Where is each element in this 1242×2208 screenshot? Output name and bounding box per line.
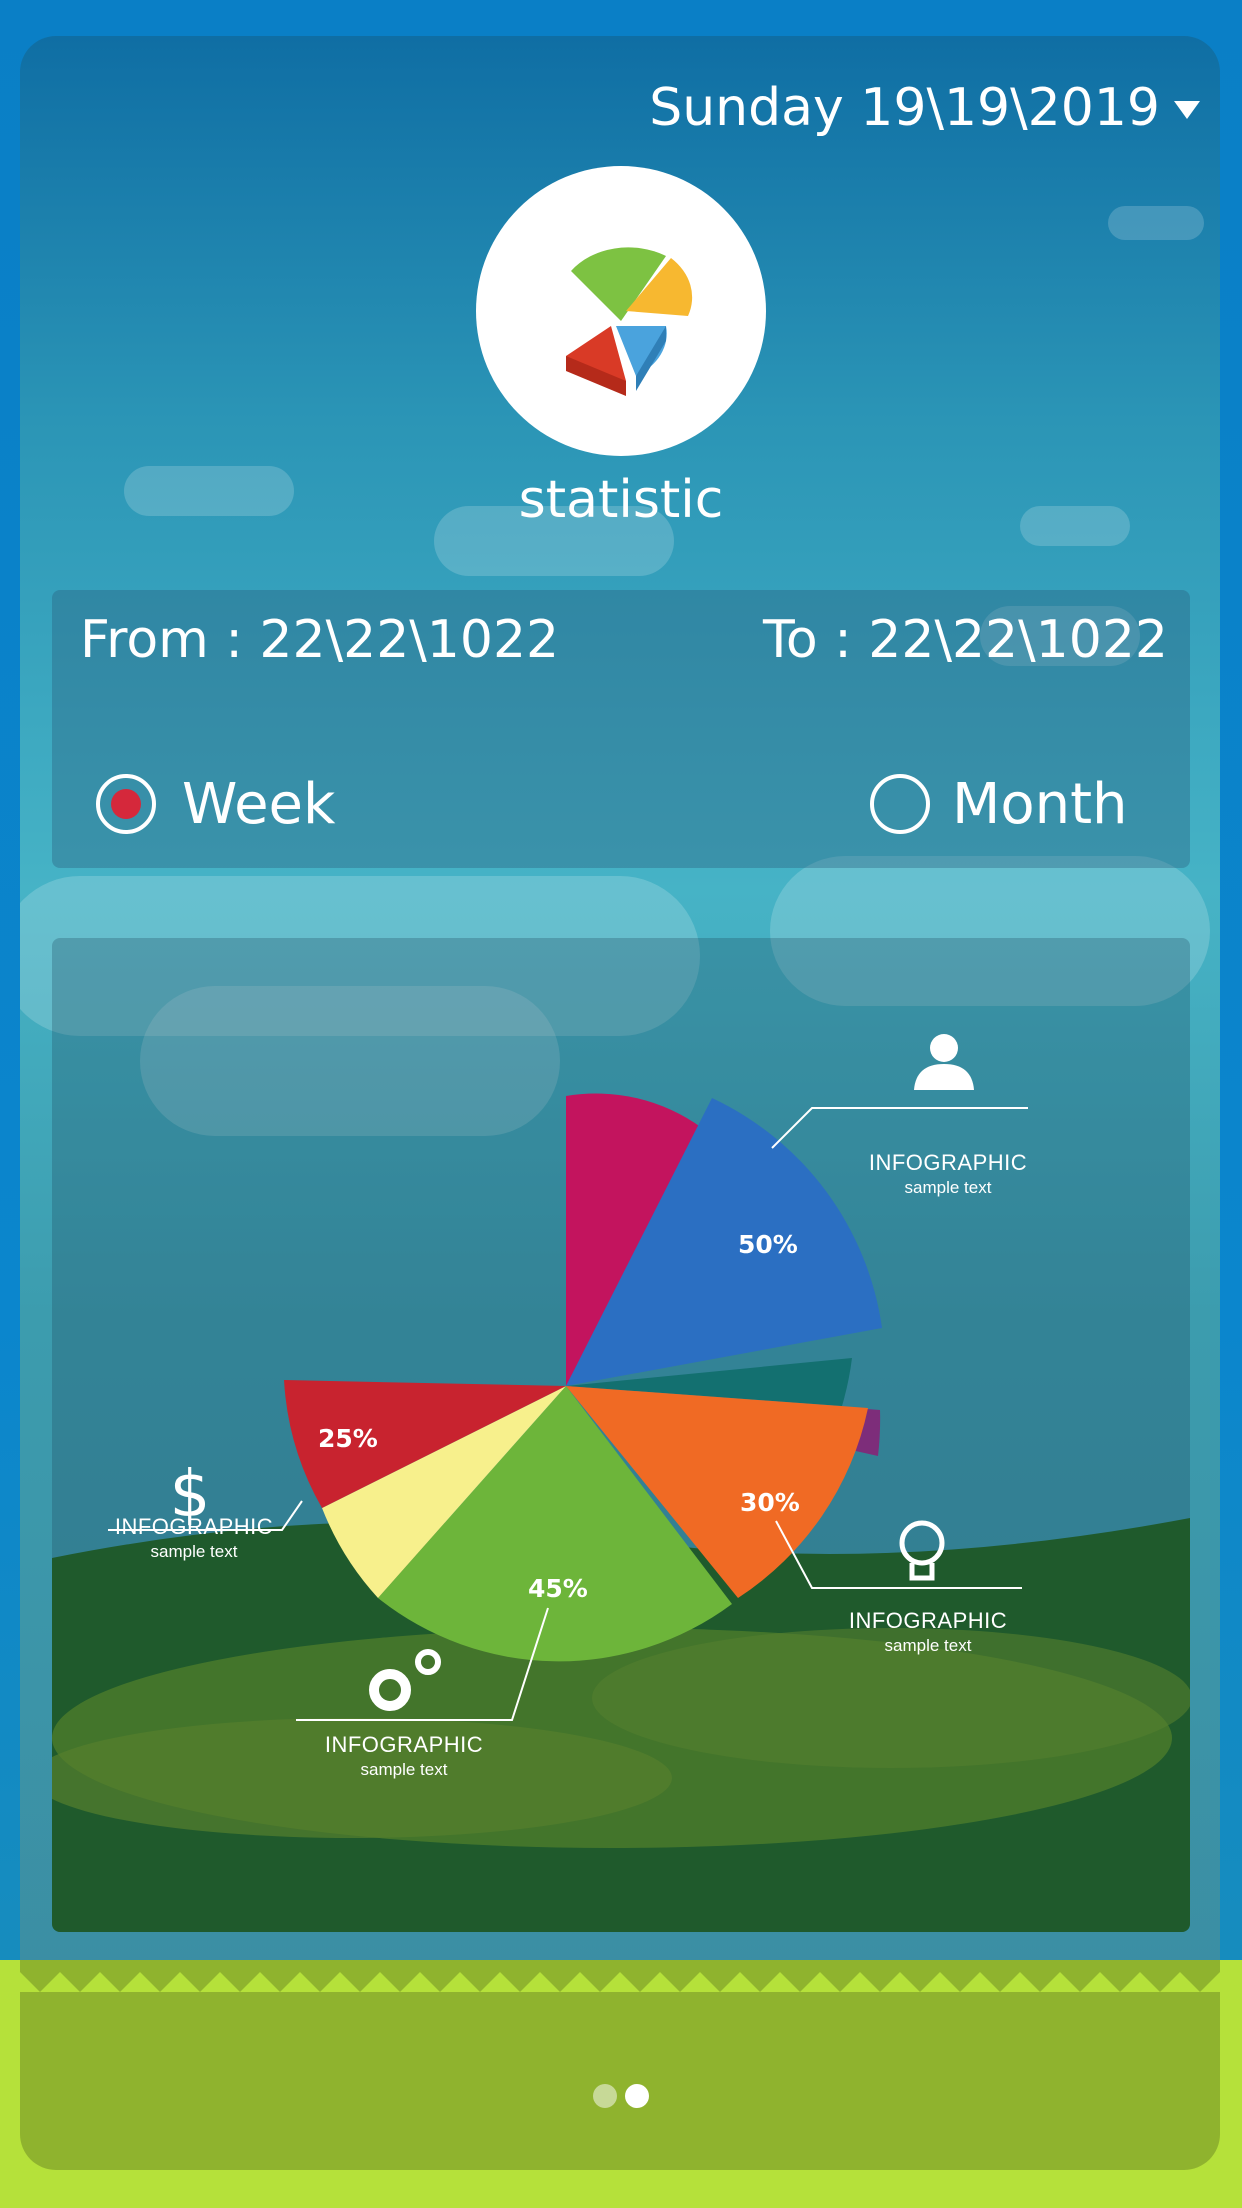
page-dot-1[interactable] bbox=[593, 2084, 617, 2108]
date-text: Sunday 19\19\2019 bbox=[649, 78, 1160, 138]
to-label: To : bbox=[762, 610, 852, 670]
annotation-subtitle: sample text bbox=[360, 1760, 448, 1779]
slice-label-45: 45% bbox=[528, 1574, 588, 1603]
month-radio[interactable] bbox=[870, 774, 930, 834]
from-field[interactable]: From : 22\22\1022 bbox=[80, 610, 559, 670]
slice-label-50: 50% bbox=[738, 1230, 798, 1259]
chevron-down-icon bbox=[1174, 101, 1200, 119]
radio-selected-dot bbox=[111, 789, 141, 819]
annotation-subtitle: sample text bbox=[904, 1178, 992, 1197]
month-label[interactable]: Month bbox=[952, 772, 1128, 837]
chart-panel: $ 50% 25% 45% 30% INFOGRAPHIC sample tex… bbox=[52, 938, 1190, 1932]
page-title: statistic bbox=[518, 470, 724, 530]
screen: Sunday 19\19\2019 statistic From : 22\22… bbox=[0, 0, 1242, 2208]
slice-label-30: 30% bbox=[740, 1488, 800, 1517]
lightbulb-icon bbox=[899, 1520, 945, 1581]
annotation-subtitle: sample text bbox=[884, 1636, 972, 1655]
grass-edge bbox=[0, 1972, 1242, 1992]
annotation-title: INFOGRAPHIC bbox=[848, 1608, 1008, 1633]
annotation-title: INFOGRAPHIC bbox=[114, 1514, 274, 1539]
to-field[interactable]: To : 22\22\1022 bbox=[763, 610, 1168, 670]
page-dot-2[interactable] bbox=[625, 2084, 649, 2108]
annotation-title: INFOGRAPHIC bbox=[868, 1150, 1028, 1175]
pie-chart-icon bbox=[566, 247, 693, 396]
pie-chart: $ bbox=[108, 1034, 1028, 1721]
from-value: 22\22\1022 bbox=[259, 610, 560, 670]
cloud-decoration bbox=[1108, 206, 1204, 240]
gears-icon bbox=[369, 1649, 441, 1711]
week-radio[interactable] bbox=[96, 774, 156, 834]
annotation-subtitle: sample text bbox=[150, 1542, 238, 1561]
to-value: 22\22\1022 bbox=[868, 610, 1168, 670]
annotation-title: INFOGRAPHIC bbox=[324, 1732, 484, 1757]
from-label: From : bbox=[80, 610, 243, 670]
app-logo bbox=[476, 166, 766, 456]
week-label[interactable]: Week bbox=[182, 772, 335, 837]
date-selector[interactable]: Sunday 19\19\2019 bbox=[649, 78, 1200, 138]
person-icon bbox=[914, 1034, 974, 1090]
slice-label-25: 25% bbox=[318, 1424, 378, 1453]
